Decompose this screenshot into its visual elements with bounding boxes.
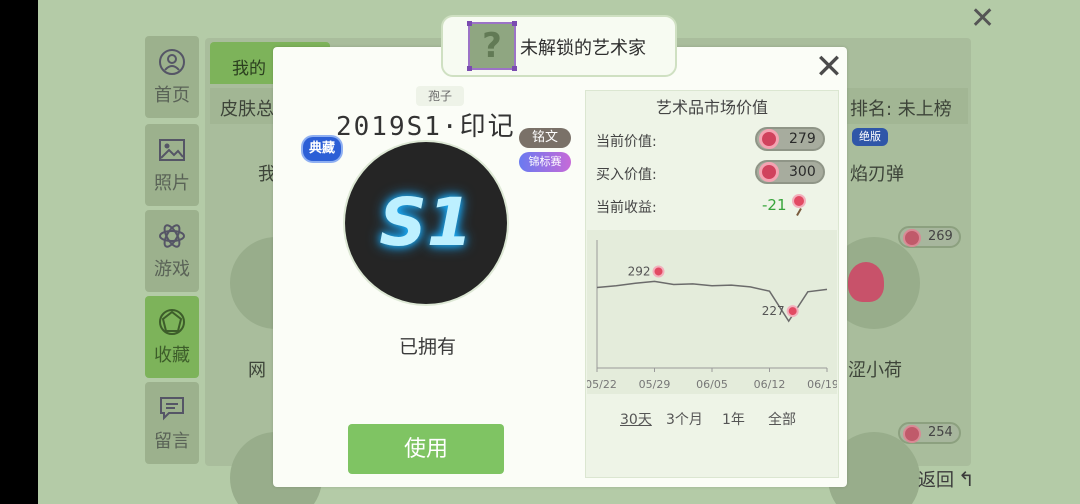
item-title: 2019S1·印记 <box>336 112 516 142</box>
background-price-badge: 254 <box>898 422 961 444</box>
lollipop-icon <box>759 162 779 182</box>
x-tick-label: 06/12 <box>754 378 786 391</box>
buy-price-label: 买入价值: <box>596 167 657 183</box>
atom-icon <box>159 224 185 248</box>
use-button[interactable]: 使用 <box>348 424 504 474</box>
period-tab-30d[interactable]: 30天 <box>620 409 666 429</box>
system-strip <box>0 0 38 504</box>
artwork-logo-text: S1 <box>379 184 473 261</box>
lotus-icon <box>848 262 884 302</box>
chart-annotation: 292 <box>628 264 651 278</box>
inscription-badge: 铭文 <box>519 128 571 148</box>
dialog-close-icon[interactable]: ✕ <box>814 50 844 84</box>
period-tabs: 30天 3个月 1年 全部 <box>620 409 808 429</box>
image-icon <box>159 139 185 161</box>
lollipop-marker <box>652 265 665 278</box>
chart-axes <box>596 240 827 369</box>
lollipop-marker <box>786 305 799 318</box>
profit-label: 当前收益: <box>596 200 657 216</box>
current-price-label: 当前价值: <box>596 134 657 150</box>
buy-price-pill: 300 <box>755 160 825 184</box>
x-tick-label: 06/05 <box>696 378 728 391</box>
background-item-label: 网 <box>248 360 266 381</box>
price-chart: 05/22 05/29 06/05 06/12 06/19 292 227 <box>587 240 837 391</box>
x-tick-label: 05/22 <box>587 378 617 391</box>
period-tab-3m[interactable]: 3个月 <box>666 409 722 429</box>
owned-status: 已拥有 <box>399 336 457 358</box>
sidebar-item-collection[interactable]: 收藏 <box>145 296 199 378</box>
sidebar-item-photos[interactable]: 照片 <box>145 124 199 206</box>
background-price-badge: 269 <box>898 226 961 248</box>
sidebar-item-label: 留言 <box>154 431 190 452</box>
spore-tag: 孢子 <box>416 86 464 106</box>
question-mark-icon: ? <box>482 26 502 66</box>
sidebar-item-home[interactable]: 首页 <box>145 36 199 118</box>
background-item-label: 涩小荷 <box>848 360 902 381</box>
back-button[interactable]: 返回 ↰ <box>918 466 978 500</box>
background-row-right: 排名: 未上榜 <box>850 99 952 120</box>
collection-badge: 典藏 <box>303 137 341 161</box>
gem-icon <box>159 309 185 335</box>
back-arrow-icon: ↰ <box>958 467 975 491</box>
sidebar: 首页 照片 游戏 收藏 留言 <box>145 36 201 468</box>
current-price-pill: 279 <box>755 127 825 151</box>
background-close-icon[interactable]: ✕ <box>970 4 1000 34</box>
artist-avatar[interactable]: ? <box>467 21 517 71</box>
period-tab-1y[interactable]: 1年 <box>722 409 768 429</box>
sidebar-item-games[interactable]: 游戏 <box>145 210 199 292</box>
sidebar-item-label: 照片 <box>154 173 190 194</box>
sidebar-item-messages[interactable]: 留言 <box>145 382 199 464</box>
background-badge: 绝版 <box>852 128 888 146</box>
chart-annotation: 227 <box>762 304 785 318</box>
tournament-badge: 锦标赛 <box>519 152 571 172</box>
background-item-label: 焰刃弹 <box>850 164 904 185</box>
market-title: 艺术品市场价值 <box>655 98 768 117</box>
lollipop-icon <box>792 194 806 208</box>
sidebar-item-label: 游戏 <box>154 259 190 280</box>
period-tab-all[interactable]: 全部 <box>768 409 808 429</box>
sidebar-item-label: 首页 <box>154 85 190 106</box>
x-tick-label: 06/19 <box>807 378 837 391</box>
x-tick-label: 05/29 <box>639 378 671 391</box>
sidebar-item-label: 收藏 <box>154 345 190 366</box>
message-icon <box>160 397 184 421</box>
artist-label: 未解锁的艺术家 <box>520 38 646 59</box>
background-row-left: 皮肤总 <box>220 99 274 120</box>
lollipop-icon <box>759 129 779 149</box>
profit-value: -21 <box>762 196 787 214</box>
user-circle-icon <box>159 49 185 75</box>
